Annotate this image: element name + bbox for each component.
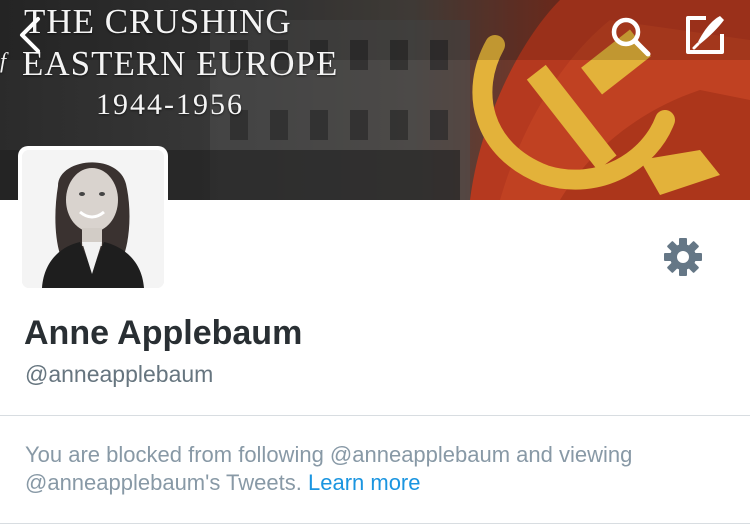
divider xyxy=(0,523,750,524)
search-icon xyxy=(611,17,651,57)
book-title-line-3: 1944-1956 xyxy=(96,88,244,121)
search-button[interactable] xyxy=(608,14,656,58)
back-button[interactable] xyxy=(14,14,48,56)
avatar[interactable] xyxy=(18,146,168,292)
blocked-message: You are blocked from following @anneappl… xyxy=(25,441,740,497)
chevron-left-icon xyxy=(20,17,40,53)
gear-icon xyxy=(664,238,702,276)
learn-more-link[interactable]: Learn more xyxy=(308,470,421,495)
profile-page: f THE CRUSHING EASTERN EUROPE 1944-1956 xyxy=(0,0,750,525)
divider xyxy=(0,415,750,416)
book-title-line-1: THE CRUSHING xyxy=(24,2,292,41)
settings-button[interactable] xyxy=(662,236,704,278)
profile-display-name: Anne Applebaum xyxy=(24,314,303,352)
book-title-line-2: EASTERN EUROPE xyxy=(22,44,339,83)
avatar-image xyxy=(22,150,164,288)
compose-button[interactable] xyxy=(682,12,728,58)
compose-icon xyxy=(686,16,724,54)
profile-handle: @anneapplebaum xyxy=(25,361,214,387)
avatar-photo xyxy=(22,150,164,288)
